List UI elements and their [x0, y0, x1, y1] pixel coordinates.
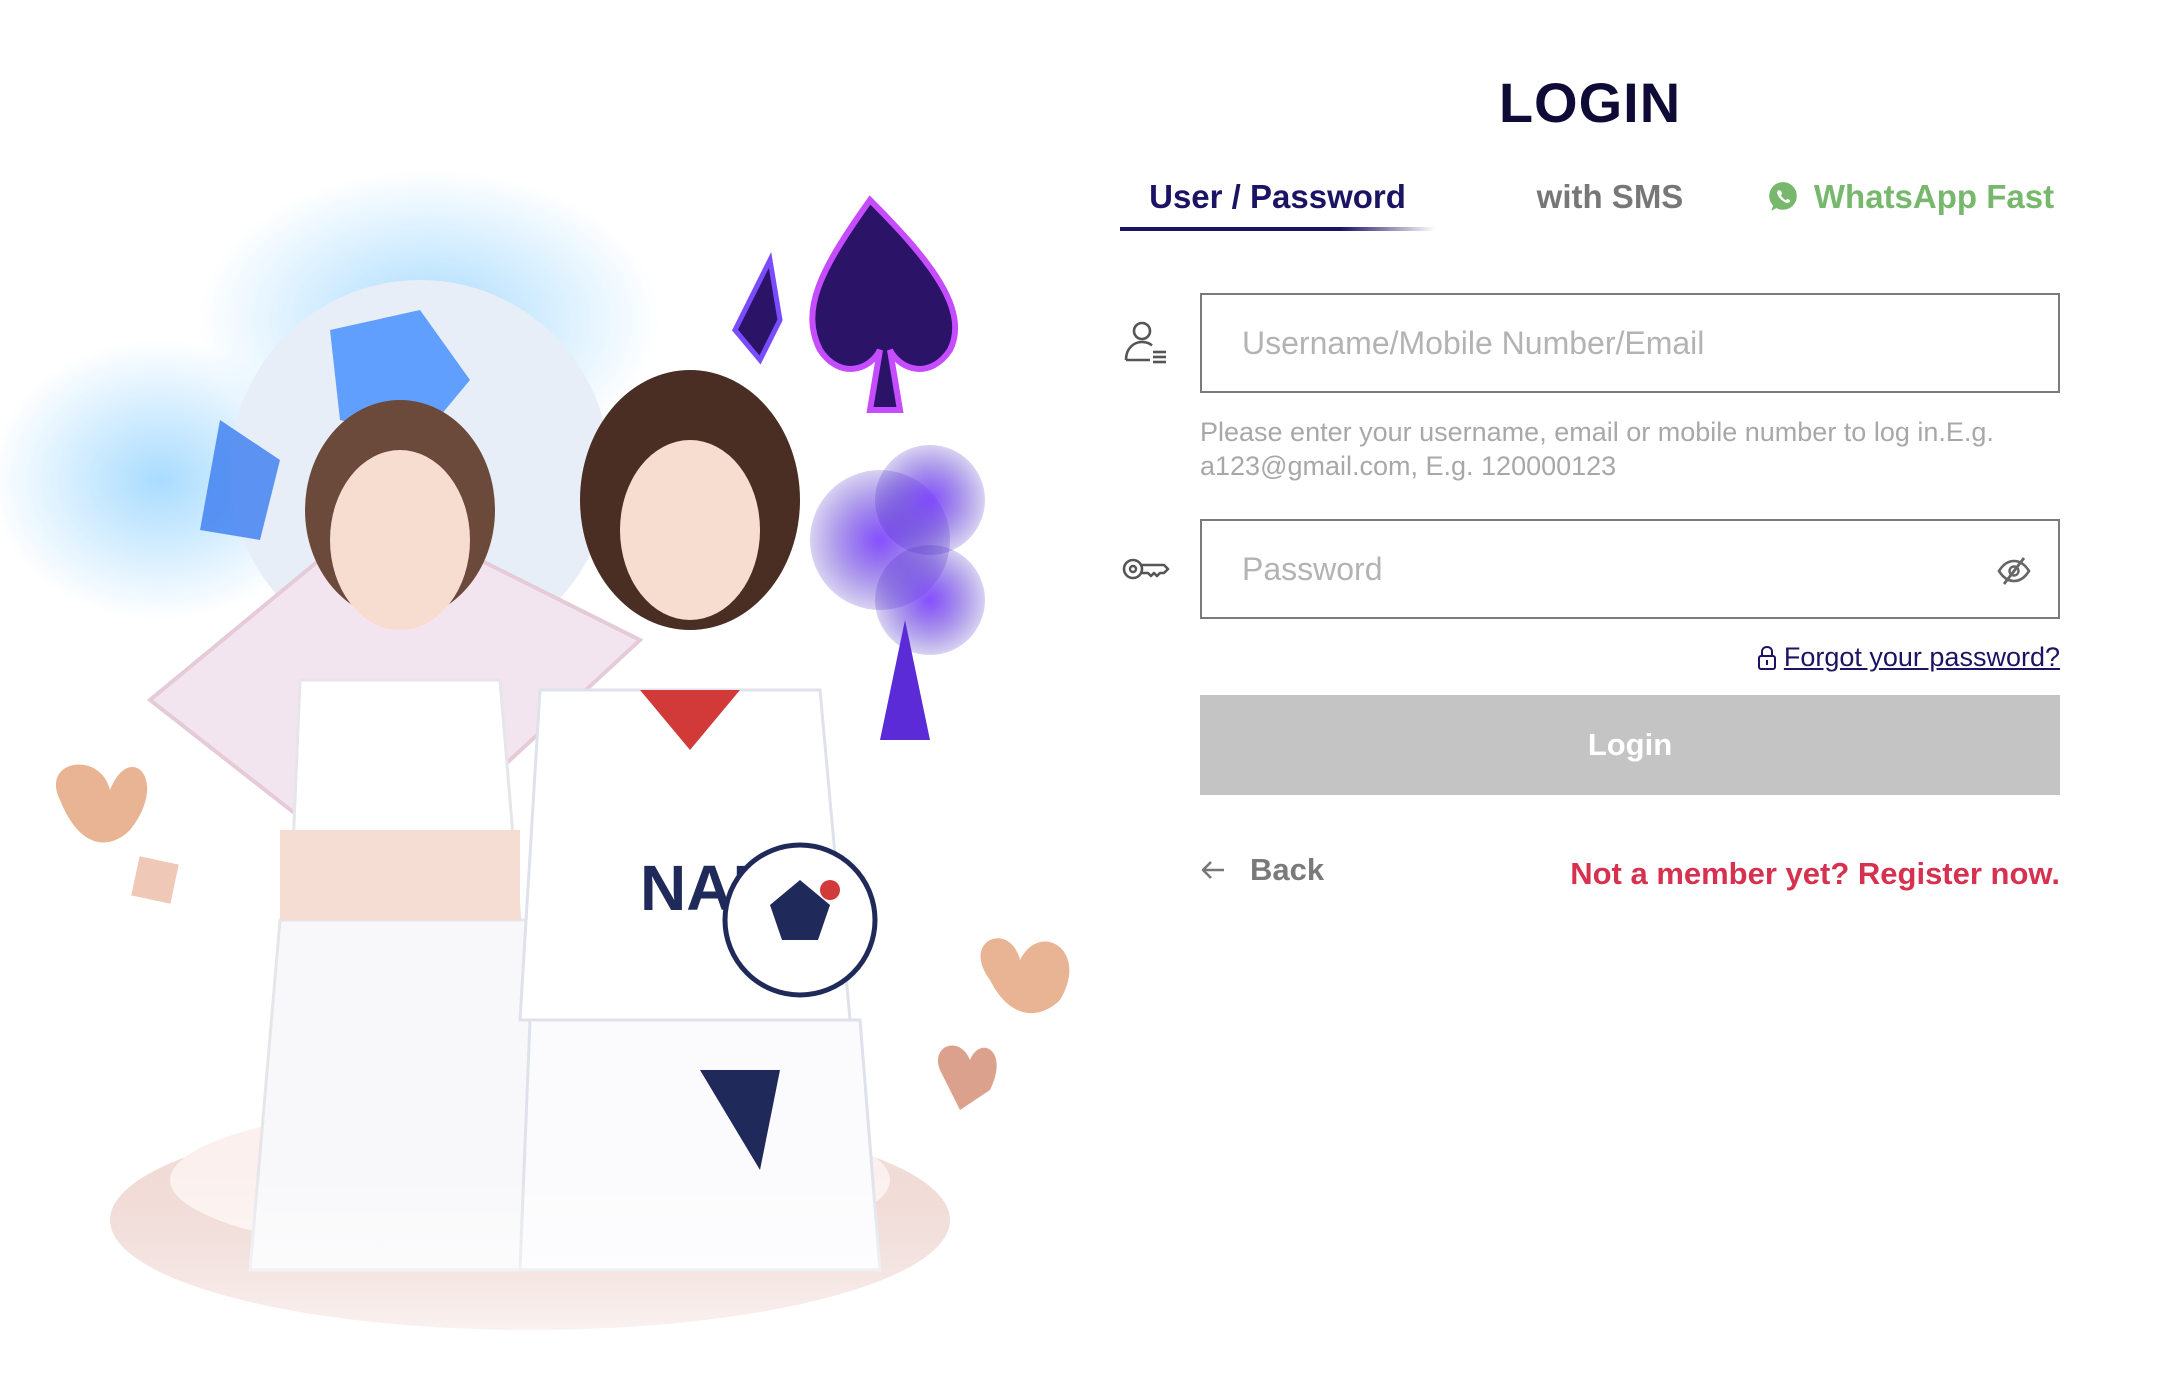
whatsapp-icon	[1769, 182, 1797, 211]
register-link[interactable]: Not a member yet? Register now.	[1570, 856, 2060, 892]
hero-illustration: NAHI	[0, 120, 1090, 1375]
tab-with-sms[interactable]: with SMS	[1460, 165, 1760, 229]
page-title: LOGIN	[1498, 71, 1682, 134]
back-link[interactable]: Back	[1200, 852, 1324, 888]
lock-icon	[1757, 645, 1776, 670]
password-input[interactable]	[1202, 521, 2058, 617]
login-panel: LOGIN User / Password with SMS WhatsApp …	[1110, 0, 2070, 1000]
active-tab-indicator	[1120, 227, 1435, 231]
eye-slash-icon[interactable]	[1996, 554, 2032, 588]
login-button[interactable]: Login	[1200, 695, 2060, 795]
login-method-tabs: User / Password with SMS WhatsApp Fast	[1120, 165, 2060, 235]
username-hint: Please enter your username, email or mob…	[1200, 417, 1994, 481]
back-label: Back	[1250, 852, 1325, 887]
tab-label: WhatsApp Fast	[1813, 178, 2055, 215]
tab-user-password[interactable]: User / Password	[1120, 165, 1435, 229]
user-list-icon	[1120, 318, 1170, 368]
password-row	[1120, 519, 2060, 619]
promo-artwork: NAHI	[0, 170, 1090, 1375]
username-field[interactable]	[1200, 293, 2060, 393]
tab-label: with SMS	[1536, 178, 1684, 215]
forgot-password-label: Forgot your password?	[1783, 642, 2060, 672]
username-row	[1120, 293, 2060, 393]
tab-whatsapp-fast[interactable]: WhatsApp Fast	[1760, 165, 2060, 229]
forgot-password-link[interactable]: Forgot your password?	[1756, 642, 2060, 673]
username-input[interactable]	[1202, 295, 2058, 391]
tab-label: User / Password	[1149, 178, 1406, 215]
password-field[interactable]	[1200, 519, 2060, 619]
key-icon	[1120, 544, 1170, 594]
arrow-left-icon	[1201, 861, 1224, 879]
